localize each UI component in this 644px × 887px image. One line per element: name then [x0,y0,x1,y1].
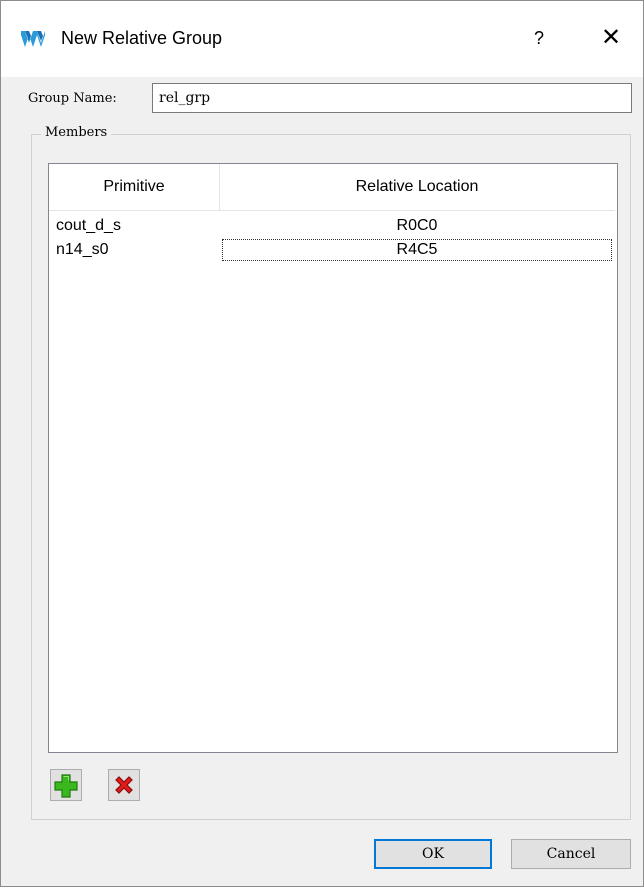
close-button[interactable]: ✕ [593,21,629,55]
members-legend: Members [41,125,112,140]
location-cell[interactable]: R4C5 [221,238,613,262]
column-header-primitive[interactable]: Primitive [49,164,220,210]
group-name-input[interactable] [152,83,632,113]
column-header-relative-location[interactable]: Relative Location [220,164,614,210]
location-cell[interactable]: R0C0 [221,214,613,238]
remove-x-icon [115,776,133,794]
primitive-cell[interactable]: cout_d_s [56,214,121,238]
add-member-button[interactable] [50,769,82,801]
table-row[interactable]: cout_d_s R0C0 [49,214,615,238]
help-button[interactable]: ? [521,21,557,55]
window-title: New Relative Group [61,28,223,48]
add-plus-icon [54,774,78,798]
dialog-window: New Relative Group ? ✕ Group Name: Membe… [0,0,644,887]
cancel-button[interactable]: Cancel [511,839,631,869]
members-table[interactable]: Primitive Relative Location cout_d_s R0C… [48,163,618,753]
primitive-cell[interactable]: n14_s0 [56,238,109,262]
remove-member-button[interactable] [108,769,140,801]
group-name-label: Group Name: [28,91,117,106]
table-row[interactable]: n14_s0 R4C5 [49,238,615,262]
app-logo-icon [21,31,45,47]
title-bar: New Relative Group ? ✕ [1,1,643,77]
table-header: Primitive Relative Location [49,164,615,211]
ok-button[interactable]: OK [374,839,492,869]
